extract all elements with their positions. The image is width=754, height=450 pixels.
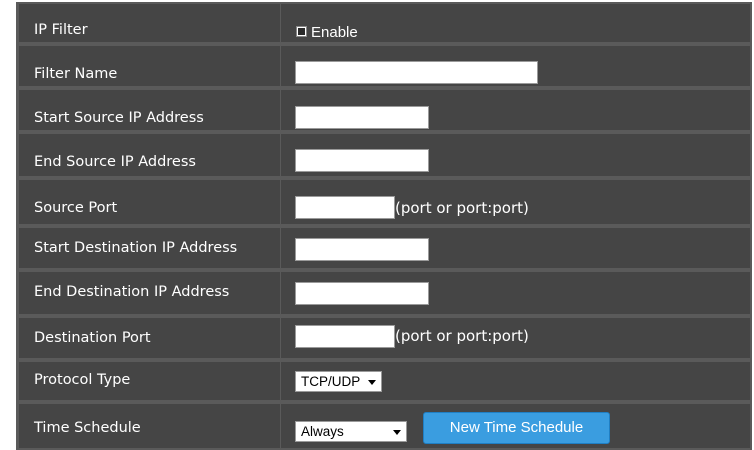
filter-name-input[interactable] — [295, 61, 538, 84]
end-source-ip-row: End Source IP Address — [16, 132, 752, 178]
time-schedule-label: Time Schedule — [19, 404, 280, 448]
protocol-type-label: Protocol Type — [19, 362, 280, 400]
ip-filter-row: IP Filter Enable — [16, 2, 752, 44]
protocol-type-row: Protocol Type TCP/UDP — [16, 360, 752, 402]
start-destination-ip-row: Start Destination IP Address — [16, 226, 752, 270]
chevron-down-icon — [393, 430, 401, 435]
source-port-hint: (port or port:port) — [395, 199, 529, 217]
source-port-input[interactable] — [295, 196, 395, 219]
time-schedule-row: Time Schedule Always New Time Schedule — [16, 402, 752, 450]
end-source-ip-input[interactable] — [295, 149, 429, 172]
start-source-ip-label: Start Source IP Address — [19, 90, 280, 130]
filter-name-row: Filter Name — [16, 44, 752, 88]
start-source-ip-row: Start Source IP Address — [16, 88, 752, 132]
protocol-type-select[interactable]: TCP/UDP — [295, 371, 382, 392]
new-time-schedule-button[interactable]: New Time Schedule — [423, 412, 610, 444]
end-destination-ip-row: End Destination IP Address — [16, 270, 752, 316]
source-port-label: Source Port — [19, 180, 280, 224]
ip-filter-enable-checkbox[interactable] — [296, 26, 307, 37]
time-schedule-selected-value: Always — [301, 424, 344, 439]
start-destination-ip-input[interactable] — [295, 238, 429, 261]
ip-filter-form: IP Filter Enable Filter Name Start Sourc… — [16, 2, 752, 450]
protocol-type-selected-value: TCP/UDP — [301, 374, 361, 389]
end-destination-ip-label: End Destination IP Address — [19, 272, 280, 314]
destination-port-label: Destination Port — [19, 318, 280, 358]
ip-filter-enable-label[interactable]: Enable — [311, 24, 358, 41]
destination-port-input[interactable] — [295, 325, 395, 348]
chevron-down-icon — [368, 380, 376, 385]
end-source-ip-label: End Source IP Address — [19, 134, 280, 176]
destination-port-row: Destination Port (port or port:port) — [16, 316, 752, 360]
filter-name-label: Filter Name — [19, 46, 280, 86]
start-destination-ip-label: Start Destination IP Address — [19, 228, 280, 268]
end-destination-ip-input[interactable] — [295, 282, 429, 305]
source-port-row: Source Port (port or port:port) — [16, 178, 752, 226]
time-schedule-select[interactable]: Always — [295, 421, 407, 442]
ip-filter-label: IP Filter — [19, 4, 280, 42]
destination-port-hint: (port or port:port) — [395, 327, 529, 345]
start-source-ip-input[interactable] — [295, 106, 429, 129]
